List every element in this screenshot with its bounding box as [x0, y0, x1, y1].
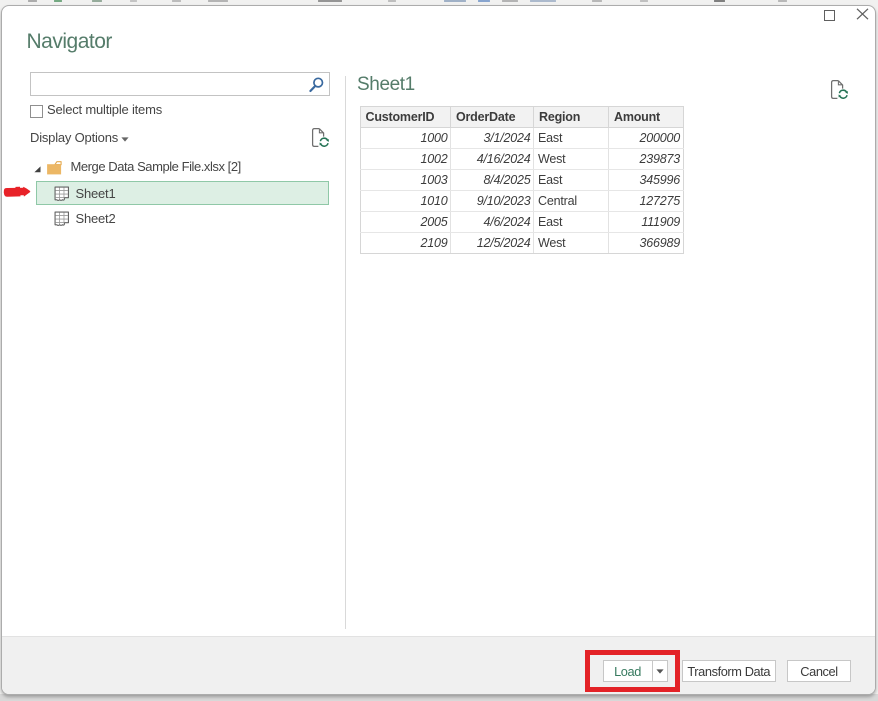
ribbon-speck	[208, 0, 228, 2]
ribbon-speck	[54, 0, 62, 2]
ribbon-speck	[530, 0, 556, 2]
display-options-row: Display Options	[30, 126, 332, 152]
annotation-rectangle	[585, 650, 680, 692]
table-cell: 1002	[360, 149, 451, 170]
table-row: 210912/5/2024West366989	[360, 233, 683, 254]
annotation-arrow	[3, 186, 31, 199]
table-cell: 2005	[360, 212, 451, 233]
table-cell: 3/1/2024	[451, 128, 534, 149]
ribbon-speck	[478, 0, 490, 2]
table-cell: 200000	[609, 128, 684, 149]
table-cell: 4/6/2024	[451, 212, 534, 233]
table-cell: East	[534, 170, 609, 191]
table-header-row: CustomerIDOrderDateRegionAmount	[360, 107, 683, 128]
ribbon-speck	[318, 0, 342, 2]
table-cell: Central	[534, 191, 609, 212]
pane-divider	[345, 76, 346, 629]
table-cell: 239873	[609, 149, 684, 170]
table-cell: East	[534, 128, 609, 149]
transform-data-button[interactable]: Transform Data	[682, 660, 776, 682]
table-cell: 1010	[360, 191, 451, 212]
ribbon-speck	[778, 0, 787, 2]
table-cell: 111909	[609, 212, 684, 233]
preview-table: CustomerIDOrderDateRegionAmount 10003/1/…	[360, 106, 684, 254]
tree-expand-icon[interactable]	[34, 166, 41, 173]
tree-item-sheet2-label[interactable]: Sheet2	[76, 211, 116, 226]
refresh-preview-icon-left[interactable]	[311, 127, 330, 149]
ribbon-speck	[502, 0, 518, 2]
close-icon	[856, 8, 869, 20]
search-box	[30, 72, 330, 96]
ribbon-speck	[592, 0, 602, 2]
navigator-dialog: Navigator Select multiple items Display …	[1, 5, 876, 695]
table-body: 10003/1/2024East20000010024/16/2024West2…	[360, 128, 683, 254]
table-cell: East	[534, 212, 609, 233]
table-cell: 366989	[609, 233, 684, 254]
table-header-cell: OrderDate	[451, 107, 534, 128]
table-header-cell: Region	[534, 107, 609, 128]
table-cell: 1000	[360, 128, 451, 149]
table-header-cell: Amount	[609, 107, 684, 128]
ribbon-speck	[444, 0, 466, 2]
ribbon-speck	[28, 0, 37, 2]
table-cell: West	[534, 149, 609, 170]
table-cell: 4/16/2024	[451, 149, 534, 170]
worksheet-icon-sheet2	[54, 211, 70, 227]
refresh-preview-icon-right[interactable]	[830, 79, 849, 101]
tree-item-sheet1-label[interactable]: Sheet1	[76, 186, 116, 201]
table-row: 10038/4/2025East345996	[360, 170, 683, 191]
ribbon-speck	[130, 0, 137, 2]
preview-title: Sheet1	[357, 74, 415, 96]
select-multiple-label: Select multiple items	[47, 102, 162, 117]
folder-icon	[45, 160, 62, 175]
ribbon-speck	[172, 0, 181, 2]
cancel-button[interactable]: Cancel	[787, 660, 851, 682]
background-bottom-strip	[0, 694, 878, 701]
table-cell: 1003	[360, 170, 451, 191]
table-row: 10003/1/2024East200000	[360, 128, 683, 149]
maximize-button[interactable]	[824, 9, 837, 22]
table-cell: 2109	[360, 233, 451, 254]
tree-root-label[interactable]: Merge Data Sample File.xlsx [2]	[71, 159, 241, 174]
table-cell: 345996	[609, 170, 684, 191]
table-cell: 127275	[609, 191, 684, 212]
search-icon[interactable]	[308, 76, 325, 93]
close-button[interactable]	[856, 8, 869, 20]
table-cell: 9/10/2023	[451, 191, 534, 212]
search-input[interactable]	[32, 74, 304, 94]
table-row: 20054/6/2024East111909	[360, 212, 683, 233]
table-header: CustomerIDOrderDateRegionAmount	[360, 107, 683, 128]
ribbon-speck	[388, 0, 396, 2]
table-header-cell: CustomerID	[360, 107, 451, 128]
chevron-down-icon	[121, 137, 129, 142]
worksheet-icon-sheet1	[54, 186, 70, 202]
ribbon-speck	[714, 0, 725, 2]
table-row: 10024/16/2024West239873	[360, 149, 683, 170]
table-cell: 12/5/2024	[451, 233, 534, 254]
display-options-label[interactable]: Display Options	[30, 130, 118, 145]
maximize-icon	[824, 10, 835, 21]
dialog-title: Navigator	[27, 30, 112, 54]
ribbon-speck	[92, 0, 102, 2]
ribbon-speck	[640, 0, 648, 2]
select-multiple-checkbox[interactable]	[30, 105, 43, 118]
table-cell: West	[534, 233, 609, 254]
table-cell: 8/4/2025	[451, 170, 534, 191]
screen: Navigator Select multiple items Display …	[0, 0, 878, 701]
table-row: 10109/10/2023Central127275	[360, 191, 683, 212]
